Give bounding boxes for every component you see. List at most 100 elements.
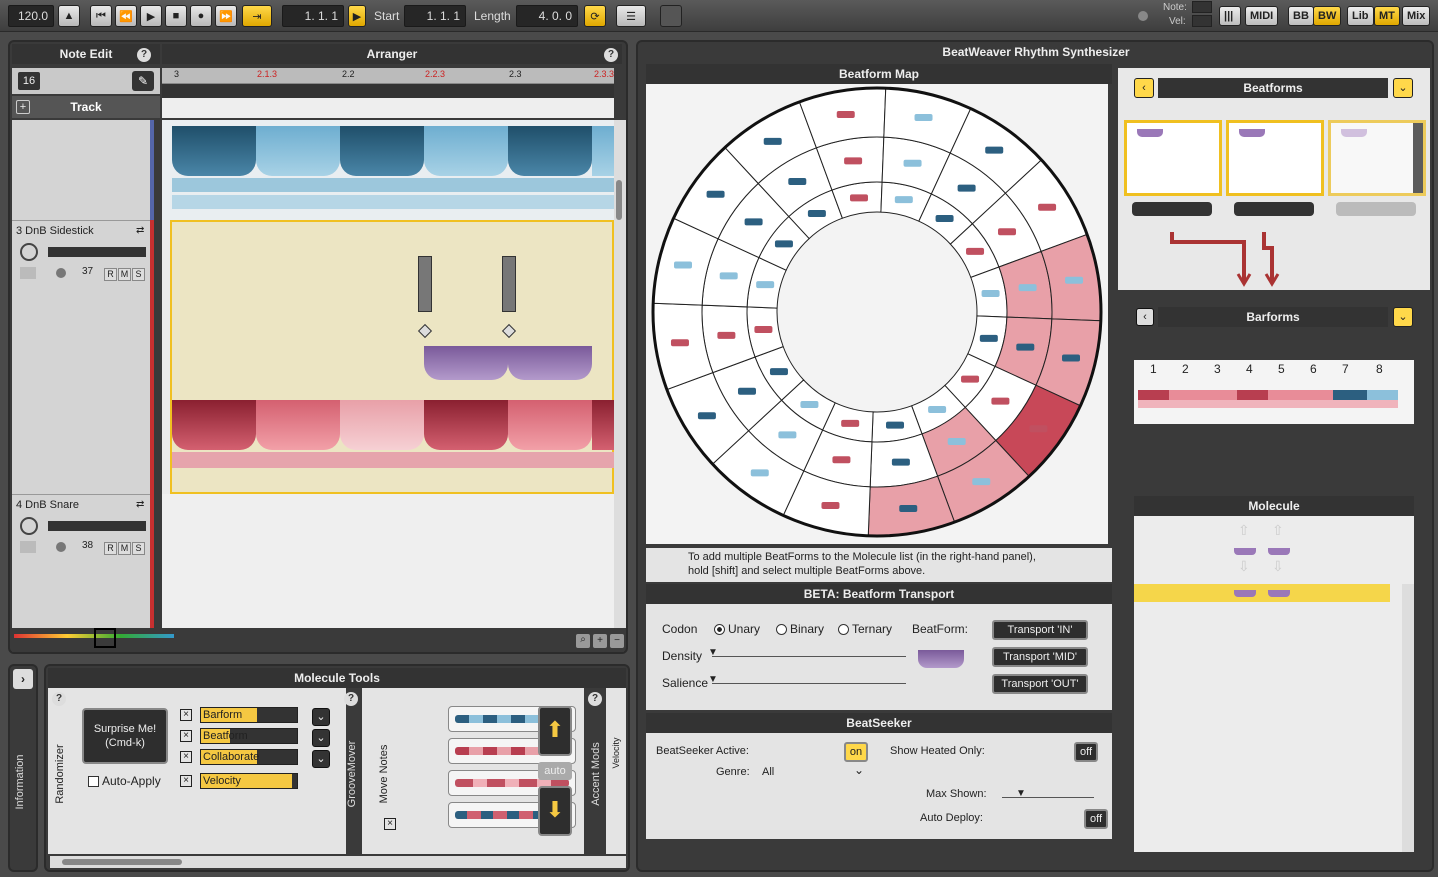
vertical-scrollbar[interactable]: [614, 120, 626, 628]
loop-strip[interactable]: [162, 84, 614, 98]
arrow-down-icon[interactable]: ⇩: [1272, 558, 1284, 575]
barform-strip[interactable]: 1 2 3 4 5 6 7 8: [1134, 360, 1414, 424]
horizontal-scrollbar[interactable]: [50, 856, 626, 868]
rewind-start-button[interactable]: ⏮: [90, 5, 112, 27]
help-icon[interactable]: ?: [588, 692, 602, 706]
beat-block[interactable]: [424, 346, 508, 380]
scroll-thumb[interactable]: [616, 180, 622, 220]
go-button[interactable]: ▶: [348, 5, 366, 27]
mix-button[interactable]: Mix: [1402, 6, 1430, 26]
slider-thumb-icon[interactable]: ▼: [708, 647, 718, 658]
fast-forward-button[interactable]: ⏩: [215, 5, 237, 27]
auto-apply-checkbox[interactable]: [88, 776, 99, 787]
heated-toggle[interactable]: off: [1074, 742, 1098, 762]
overview-bar[interactable]: ⌕ + −: [12, 628, 624, 652]
beat-block[interactable]: [508, 400, 592, 450]
radio-ternary[interactable]: [838, 624, 849, 635]
beat-block[interactable]: [340, 126, 424, 176]
radio-unary[interactable]: [714, 624, 725, 635]
beatform-strip[interactable]: [1234, 202, 1314, 216]
beat-block[interactable]: [592, 400, 614, 450]
track-header[interactable]: 4 DnB Snare ⇄ 38 RMS: [12, 494, 150, 628]
vertical-scrollbar[interactable]: [1402, 584, 1414, 852]
chevron-down-icon[interactable]: ⌄: [312, 750, 330, 768]
pan-knob[interactable]: [20, 243, 38, 261]
scroll-thumb[interactable]: [62, 859, 182, 865]
radio-binary[interactable]: [776, 624, 787, 635]
beatform-wheel[interactable]: [646, 84, 1108, 544]
transport-mid-button[interactable]: Transport 'MID': [992, 647, 1088, 667]
chevron-left-icon[interactable]: ‹: [1136, 308, 1154, 326]
record-arm-icon[interactable]: [56, 542, 66, 552]
zoom-out-icon[interactable]: −: [610, 634, 624, 648]
help-icon[interactable]: ?: [604, 48, 618, 62]
chevron-down-icon[interactable]: ⌄: [1393, 307, 1413, 327]
close-icon[interactable]: ×: [384, 818, 396, 830]
tempo-field[interactable]: 120.0: [8, 5, 54, 27]
beat-block[interactable]: [172, 126, 256, 176]
salience-slider[interactable]: [712, 683, 906, 684]
slider-thumb-icon[interactable]: ▼: [1016, 788, 1026, 799]
arranger-canvas[interactable]: [162, 120, 614, 628]
move-up-button[interactable]: ⬆: [538, 706, 572, 756]
pan-knob[interactable]: [20, 517, 38, 535]
barform-bar[interactable]: Barform: [200, 707, 298, 723]
arrow-down-icon[interactable]: ⇩: [1238, 558, 1250, 575]
auto-button[interactable]: auto: [538, 762, 572, 780]
beat-block[interactable]: [256, 400, 340, 450]
beatform-preview[interactable]: [918, 650, 964, 668]
swap-icon[interactable]: ⇄: [136, 499, 148, 511]
bw-button[interactable]: BW: [1313, 6, 1341, 26]
beatform-bar[interactable]: Beatform: [200, 728, 298, 744]
list-view-icon[interactable]: ☰: [616, 5, 646, 27]
beat-block[interactable]: [424, 400, 508, 450]
beat-block[interactable]: [256, 126, 340, 176]
quantize-field[interactable]: 16: [18, 72, 40, 90]
move-down-button[interactable]: ⬇: [538, 786, 572, 836]
beatform-card[interactable]: [1328, 120, 1426, 196]
record-button[interactable]: R: [104, 542, 117, 555]
overview-viewport[interactable]: [94, 628, 116, 648]
close-icon[interactable]: ×: [180, 730, 192, 742]
note-stem[interactable]: [502, 256, 516, 312]
beat-block[interactable]: [592, 126, 614, 176]
loop-play-button[interactable]: ⇥: [242, 5, 272, 27]
help-icon[interactable]: ?: [137, 48, 151, 62]
beat-block[interactable]: [424, 126, 508, 176]
volume-slider[interactable]: [48, 247, 146, 257]
chevron-down-icon[interactable]: ⌄: [1393, 78, 1413, 98]
beat-block[interactable]: [508, 126, 592, 176]
midi-button[interactable]: MIDI: [1245, 6, 1278, 26]
solo-button[interactable]: S: [132, 268, 145, 281]
position-field[interactable]: 1. 1. 1: [282, 5, 344, 27]
density-slider[interactable]: [712, 656, 906, 657]
chevron-down-icon[interactable]: ⌄: [312, 708, 330, 726]
beatform-strip[interactable]: [1132, 202, 1212, 216]
close-icon[interactable]: ×: [180, 751, 192, 763]
grid-icon[interactable]: [660, 5, 682, 27]
mute-button[interactable]: M: [118, 542, 131, 555]
record-arm-icon[interactable]: [56, 268, 66, 278]
molecule-list[interactable]: ⇧ ⇧ ⇩ ⇩: [1134, 516, 1414, 852]
solo-button[interactable]: S: [132, 542, 145, 555]
loop-icon[interactable]: ⟳: [584, 5, 606, 27]
transport-out-button[interactable]: Transport 'OUT': [992, 674, 1088, 694]
length-field[interactable]: 4. 0. 0: [516, 5, 578, 27]
help-icon[interactable]: ?: [52, 692, 66, 706]
information-sidebar[interactable]: › Information: [8, 664, 38, 872]
card-scrollbar[interactable]: [1413, 123, 1423, 193]
transport-in-button[interactable]: Transport 'IN': [992, 620, 1088, 640]
help-icon[interactable]: ?: [344, 692, 358, 706]
rewind-button[interactable]: ⏪: [115, 5, 137, 27]
genre-select[interactable]: All: [762, 766, 774, 778]
surprise-me-button[interactable]: Surprise Me! (Cmd-k): [82, 708, 168, 764]
note-diamond[interactable]: [502, 324, 516, 338]
beat-block[interactable]: [172, 400, 256, 450]
bb-button[interactable]: BB: [1288, 6, 1314, 26]
close-icon[interactable]: ×: [180, 709, 192, 721]
volume-slider[interactable]: [48, 521, 146, 531]
auto-deploy-toggle[interactable]: off: [1084, 809, 1108, 829]
velocity-bar[interactable]: Velocity: [200, 773, 298, 789]
chevron-down-icon[interactable]: ⌄: [312, 729, 330, 747]
beatform-strip[interactable]: [1336, 202, 1416, 216]
